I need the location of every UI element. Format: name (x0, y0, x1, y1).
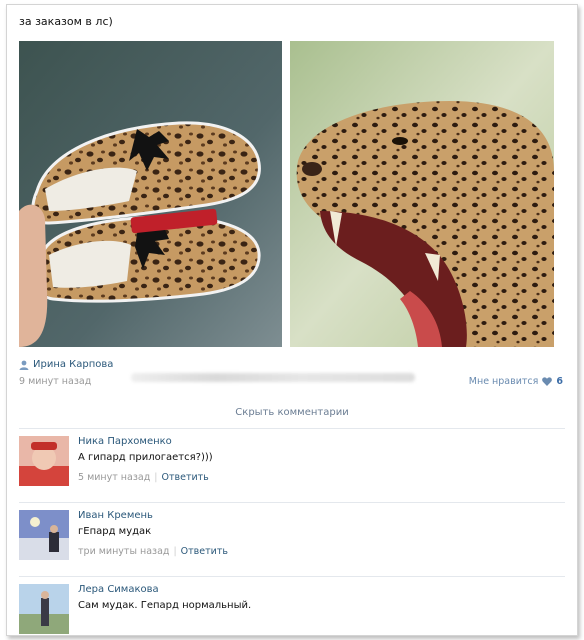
like-count: 6 (556, 376, 563, 387)
avatar[interactable] (19, 436, 69, 486)
post-author-name: Ирина Карпова (33, 359, 114, 370)
sneakers-image (19, 41, 282, 347)
comment-text: гЕпард мудак (78, 526, 152, 537)
comment-author[interactable]: Ника Пархоменко (78, 436, 172, 447)
divider (19, 576, 565, 577)
sneakers-photo[interactable] (19, 41, 282, 347)
leopard-image (290, 41, 554, 347)
avatar[interactable] (19, 584, 69, 634)
comment-item: Лера Симакова Сам мудак. Гепард нормальн… (19, 578, 565, 635)
user-icon (19, 360, 29, 370)
divider (19, 502, 565, 503)
comment-text: Сам мудак. Гепард нормальный. (78, 600, 252, 611)
separator: | (173, 546, 177, 557)
comment-item: Иван Кремень гЕпард мудак три минуты наз… (19, 504, 565, 574)
comment-author[interactable]: Иван Кремень (78, 510, 153, 521)
hide-comments-link[interactable]: Скрыть комментарии (7, 407, 577, 418)
like-button[interactable]: Мне нравится 6 (469, 376, 563, 387)
leopard-photo[interactable] (290, 41, 554, 347)
comment-author[interactable]: Лера Симакова (78, 584, 159, 595)
comment-meta: 5 минут назад | Ответить (78, 472, 209, 483)
post-author[interactable]: Ирина Карпова (19, 359, 113, 370)
heart-icon (542, 377, 553, 386)
avatar[interactable] (19, 510, 69, 560)
comment-time[interactable]: три минуты назад (78, 546, 169, 557)
post-time[interactable]: 9 минут назад (19, 376, 91, 387)
post-text: за заказом в лс) (19, 15, 113, 28)
post-card: за заказом в лс) Ирина Карпова 9 минут н… (6, 4, 578, 636)
comment-text: А гипард прилогается?))) (78, 452, 213, 463)
comment-time[interactable]: 5 минут назад (78, 472, 150, 483)
reply-button[interactable]: Ответить (181, 546, 228, 557)
blurred-link (131, 373, 415, 382)
reply-button[interactable]: Ответить (161, 472, 208, 483)
divider (19, 428, 565, 429)
like-label: Мне нравится (468, 376, 539, 387)
separator: | (154, 472, 158, 483)
comment-item: Ника Пархоменко А гипард прилогается?)))… (19, 430, 565, 500)
comment-meta: три минуты назад | Ответить (78, 546, 228, 557)
